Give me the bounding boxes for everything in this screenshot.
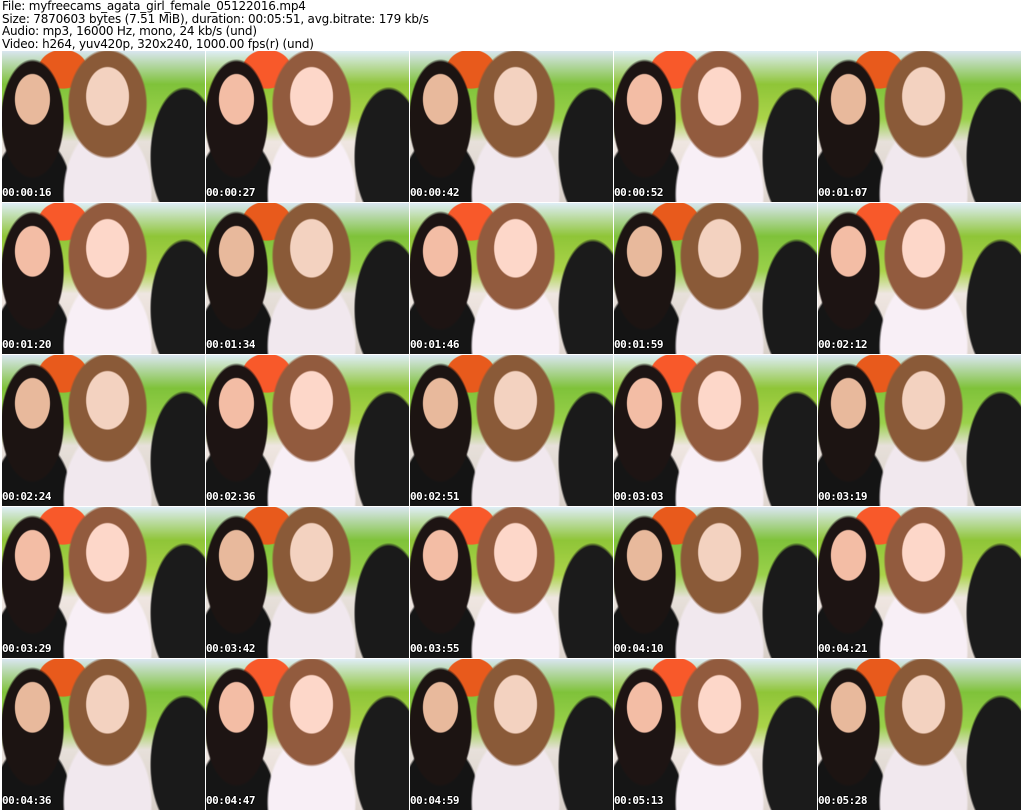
video-thumbnail: 00:04:59: [410, 659, 613, 810]
thumbnail-grid: 00:00:16 00:00:27 00:00:42 00:00:52 00:01:07…: [2, 51, 1021, 810]
thumbnail-timestamp: 00:01:34: [206, 338, 255, 351]
video-thumbnail: 00:04:10: [614, 507, 817, 658]
video-thumbnail: 00:00:52: [614, 51, 817, 202]
file-info-header: File: myfreecams_agata_girl_female_05122…: [2, 0, 429, 50]
thumbnail-timestamp: 00:00:16: [2, 186, 51, 199]
video-thumbnail: 00:04:21: [818, 507, 1021, 658]
thumbnail-timestamp: 00:05:28: [818, 794, 867, 807]
video-thumbnail: 00:05:13: [614, 659, 817, 810]
thumbnail-timestamp: 00:04:21: [818, 642, 867, 655]
thumbnail-timestamp: 00:00:27: [206, 186, 255, 199]
video-info: Video: h264, yuv420p, 320x240, 1000.00 f…: [2, 36, 314, 51]
thumbnail-timestamp: 00:01:20: [2, 338, 51, 351]
video-thumbnail: 00:02:51: [410, 355, 613, 506]
thumbnail-timestamp: 00:02:51: [410, 490, 459, 503]
thumbnail-timestamp: 00:02:24: [2, 490, 51, 503]
video-thumbnail: 00:03:03: [614, 355, 817, 506]
thumbnail-timestamp: 00:03:03: [614, 490, 663, 503]
thumbnail-timestamp: 00:03:55: [410, 642, 459, 655]
video-thumbnail: 00:03:29: [2, 507, 205, 658]
thumbnail-timestamp: 00:04:36: [2, 794, 51, 807]
video-thumbnail: 00:02:36: [206, 355, 409, 506]
thumbnail-timestamp: 00:01:59: [614, 338, 663, 351]
thumbnail-timestamp: 00:02:36: [206, 490, 255, 503]
video-thumbnail: 00:04:47: [206, 659, 409, 810]
file-name: File: myfreecams_agata_girl_female_05122…: [2, 0, 306, 13]
video-thumbnail: 00:02:24: [2, 355, 205, 506]
thumbnail-timestamp: 00:03:42: [206, 642, 255, 655]
video-thumbnail: 00:03:19: [818, 355, 1021, 506]
thumbnail-timestamp: 00:05:13: [614, 794, 663, 807]
video-thumbnail: 00:01:46: [410, 203, 613, 354]
video-thumbnail: 00:01:59: [614, 203, 817, 354]
thumbnail-timestamp: 00:03:29: [2, 642, 51, 655]
video-thumbnail: 00:01:07: [818, 51, 1021, 202]
thumbnail-timestamp: 00:00:42: [410, 186, 459, 199]
thumbnail-timestamp: 00:00:52: [614, 186, 663, 199]
video-thumbnail: 00:05:28: [818, 659, 1021, 810]
audio-info: Audio: mp3, 16000 Hz, mono, 24 kb/s (und…: [2, 24, 257, 38]
video-thumbnail: 00:00:27: [206, 51, 409, 202]
thumbnail-timestamp: 00:04:47: [206, 794, 255, 807]
video-thumbnail: 00:01:20: [2, 203, 205, 354]
thumbnail-timestamp: 00:04:10: [614, 642, 663, 655]
thumbnail-timestamp: 00:01:46: [410, 338, 459, 351]
video-thumbnail: 00:03:55: [410, 507, 613, 658]
thumbnail-timestamp: 00:01:07: [818, 186, 867, 199]
video-thumbnail: 00:04:36: [2, 659, 205, 810]
video-thumbnail: 00:03:42: [206, 507, 409, 658]
thumbnail-timestamp: 00:03:19: [818, 490, 867, 503]
video-thumbnail: 00:00:42: [410, 51, 613, 202]
video-thumbnail: 00:01:34: [206, 203, 409, 354]
thumbnail-timestamp: 00:04:59: [410, 794, 459, 807]
video-thumbnail: 00:02:12: [818, 203, 1021, 354]
thumbnail-timestamp: 00:02:12: [818, 338, 867, 351]
video-thumbnail: 00:00:16: [2, 51, 205, 202]
